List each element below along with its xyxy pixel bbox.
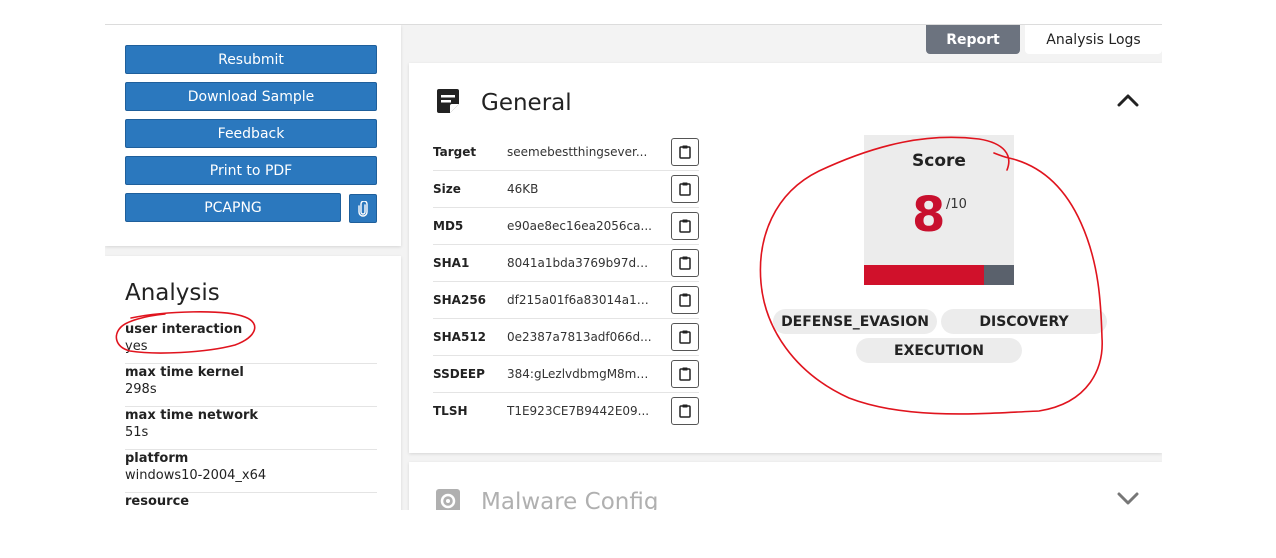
analysis-title: Analysis (125, 280, 220, 306)
score-bar (864, 265, 1014, 285)
hash-row: MD5 e90ae8ec16ea2056ca... (433, 208, 699, 245)
row-value: df215a01f6a83014a14... (507, 293, 652, 307)
tab-report[interactable]: Report (926, 25, 1020, 54)
row-key: SHA512 (433, 330, 487, 344)
prop-value: yes (125, 339, 148, 354)
note-icon (437, 89, 459, 113)
analysis-prop: max time network 51s (125, 407, 377, 450)
actions-panel: Resubmit Download Sample Feedback Print … (105, 25, 401, 246)
analysis-prop: user interaction yes (125, 321, 377, 364)
hash-row: Target seemebestthingsever... (433, 134, 699, 171)
hash-row: Size 46KB (433, 171, 699, 208)
row-value: seemebestthingsever... (507, 145, 648, 159)
copy-button[interactable] (671, 249, 699, 277)
general-section: General Target seemebestthingsever... Si… (409, 63, 1162, 453)
row-value: 46KB (507, 182, 539, 196)
hash-row: SHA256 df215a01f6a83014a14... (433, 282, 699, 319)
malware-config-section[interactable]: Malware Config (409, 462, 1162, 510)
copy-button[interactable] (671, 138, 699, 166)
chevron-down-icon[interactable] (1117, 492, 1139, 506)
row-key: SHA1 (433, 256, 470, 270)
tag-discovery[interactable]: DISCOVERY (941, 309, 1107, 334)
chevron-up-icon[interactable] (1117, 93, 1139, 107)
clipboard-icon (679, 219, 691, 233)
clipboard-icon (679, 256, 691, 270)
attachment-button[interactable] (349, 194, 377, 223)
print-to-pdf-button[interactable]: Print to PDF (125, 156, 377, 185)
row-value: 384:gLezlvdbmgM8m9... (507, 367, 652, 381)
prop-key: max time network (125, 408, 259, 423)
row-key: SSDEEP (433, 367, 485, 381)
feedback-button[interactable]: Feedback (125, 119, 377, 148)
hash-row: SSDEEP 384:gLezlvdbmgM8m9... (433, 356, 699, 393)
clipboard-icon (679, 367, 691, 381)
clipboard-icon (679, 330, 691, 344)
tag-defense-evasion[interactable]: DEFENSE_EVASION (773, 309, 937, 334)
clipboard-icon (679, 182, 691, 196)
malware-config-title: Malware Config (481, 489, 659, 510)
copy-button[interactable] (671, 212, 699, 240)
clipboard-icon (679, 293, 691, 307)
score-box: Score 8 /10 (864, 135, 1014, 285)
download-sample-button[interactable]: Download Sample (125, 82, 377, 111)
score-bar-fill (864, 265, 984, 285)
row-key: MD5 (433, 219, 464, 233)
row-value: 0e2387a7813adf066d... (507, 330, 652, 344)
report-page: Resubmit Download Sample Feedback Print … (105, 24, 1162, 510)
prop-key: platform (125, 451, 189, 466)
row-key: Target (433, 145, 477, 159)
prop-value: 298s (125, 382, 157, 397)
copy-button[interactable] (671, 397, 699, 425)
tag-execution[interactable]: EXECUTION (856, 338, 1022, 363)
clipboard-icon (679, 145, 691, 159)
prop-key: resource (125, 494, 190, 509)
analysis-prop: platform windows10-2004_x64 (125, 450, 377, 493)
general-title: General (481, 90, 572, 116)
analysis-prop: resource (125, 493, 377, 510)
copy-button[interactable] (671, 323, 699, 351)
score-label: Score (912, 151, 966, 171)
pcapng-button[interactable]: PCAPNG (125, 193, 341, 222)
score-value: 8 (912, 187, 946, 243)
hash-row: SHA1 8041a1bda3769b97d8... (433, 245, 699, 282)
paperclip-icon (358, 200, 368, 217)
copy-button[interactable] (671, 286, 699, 314)
gear-icon (436, 489, 460, 510)
prop-key: max time kernel (125, 365, 244, 380)
prop-key: user interaction (125, 322, 243, 337)
prop-value: 51s (125, 425, 149, 440)
row-key: TLSH (433, 404, 468, 418)
resubmit-button[interactable]: Resubmit (125, 45, 377, 74)
tab-analysis-logs[interactable]: Analysis Logs (1025, 25, 1162, 54)
hash-row: SHA512 0e2387a7813adf066d... (433, 319, 699, 356)
row-value: T1E923CE7B9442E09... (507, 404, 650, 418)
copy-button[interactable] (671, 360, 699, 388)
row-value: 8041a1bda3769b97d8... (507, 256, 652, 270)
analysis-panel: Analysis user interaction yes max time k… (105, 256, 401, 510)
row-value: e90ae8ec16ea2056ca... (507, 219, 652, 233)
prop-value: windows10-2004_x64 (125, 468, 267, 483)
row-key: Size (433, 182, 461, 196)
row-key: SHA256 (433, 293, 487, 307)
hash-row: TLSH T1E923CE7B9442E09... (433, 393, 699, 430)
copy-button[interactable] (671, 175, 699, 203)
score-max: /10 (946, 197, 967, 212)
analysis-prop: max time kernel 298s (125, 364, 377, 407)
clipboard-icon (679, 404, 691, 418)
